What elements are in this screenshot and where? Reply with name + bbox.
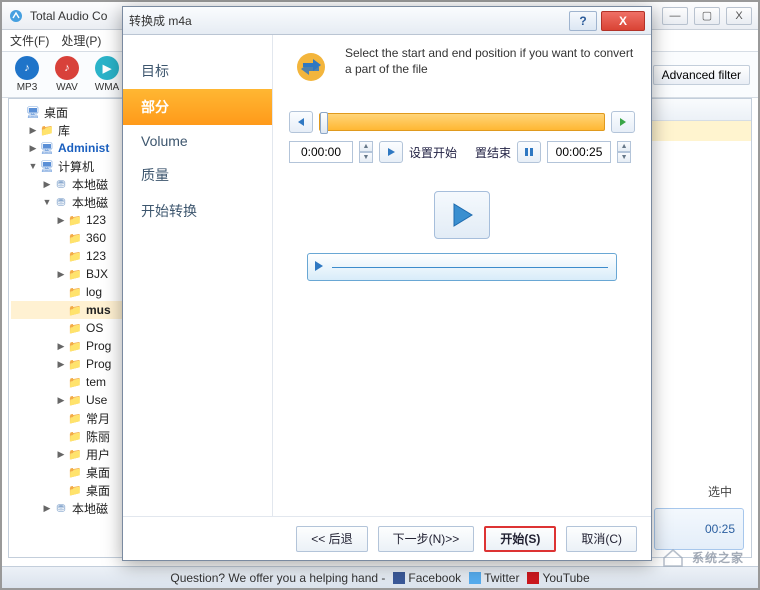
dialog-hint: Select the start and end position if you… <box>345 45 635 77</box>
link-twitter[interactable]: Twitter <box>469 571 519 585</box>
format-wav-button[interactable]: ♪WAV <box>50 56 84 93</box>
statusbar: Question? We offer you a helping hand - … <box>2 566 758 588</box>
sidebar-item[interactable]: 部分 <box>123 89 272 125</box>
play-start-button[interactable] <box>379 141 403 163</box>
back-button[interactable]: << 后退 <box>296 526 367 552</box>
advanced-filter-button[interactable]: Advanced filter <box>653 65 750 85</box>
dialog-titlebar[interactable]: 转换成 m4a ? X <box>123 7 651 35</box>
convert-dialog: 转换成 m4a ? X 目标部分Volume质量开始转换 Select the … <box>122 6 652 561</box>
link-youtube[interactable]: YouTube <box>527 571 589 585</box>
window-close-button[interactable]: X <box>726 7 752 25</box>
set-start-label[interactable]: 设置开始 <box>409 144 457 161</box>
set-end-label[interactable]: 置结束 <box>475 144 511 161</box>
dialog-title: 转换成 m4a <box>129 12 192 29</box>
next-button[interactable]: 下一步(N)>> <box>378 526 475 552</box>
big-play-button[interactable] <box>434 191 490 239</box>
seek-prev-button[interactable] <box>289 111 313 133</box>
status-question: Question? We offer you a helping hand - <box>170 571 385 585</box>
format-mp3-button[interactable]: ♪MP3 <box>10 56 44 93</box>
start-time-spinner[interactable]: ▲▼ <box>359 141 373 163</box>
play-end-button[interactable] <box>517 141 541 163</box>
start-time-field[interactable]: 0:00:00 <box>289 141 353 163</box>
start-button[interactable]: 开始(S) <box>484 526 556 552</box>
audio-progress[interactable] <box>307 253 617 281</box>
cancel-button[interactable]: 取消(C) <box>566 526 637 552</box>
dialog-sidebar: 目标部分Volume质量开始转换 <box>123 35 273 516</box>
seek-next-button[interactable] <box>611 111 635 133</box>
sidebar-item[interactable]: 目标 <box>123 53 272 89</box>
seek-slider[interactable] <box>319 113 605 131</box>
play-marker-icon <box>314 260 324 275</box>
app-logo-icon <box>8 8 24 24</box>
sidebar-item[interactable]: 质量 <box>123 157 272 193</box>
sidebar-item[interactable]: 开始转换 <box>123 193 272 229</box>
seek-handle[interactable] <box>320 112 328 134</box>
link-facebook[interactable]: Facebook <box>393 571 461 585</box>
format-wma-button[interactable]: ▶WMA <box>90 56 124 93</box>
window-maximize-button[interactable]: ▢ <box>694 7 720 25</box>
menu-file[interactable]: 文件(F) <box>10 32 49 49</box>
dialog-close-button[interactable]: X <box>601 11 645 31</box>
swap-arrows-icon <box>289 45 333 89</box>
sidebar-item[interactable]: Volume <box>123 125 272 157</box>
dialog-help-button[interactable]: ? <box>569 11 597 31</box>
app-title: Total Audio Co <box>30 9 107 23</box>
end-time-field[interactable]: 00:00:25 <box>547 141 611 163</box>
menu-process[interactable]: 处理(P) <box>61 32 101 49</box>
end-time-spinner[interactable]: ▲▼ <box>617 141 631 163</box>
window-minimize-button[interactable]: — <box>662 7 688 25</box>
